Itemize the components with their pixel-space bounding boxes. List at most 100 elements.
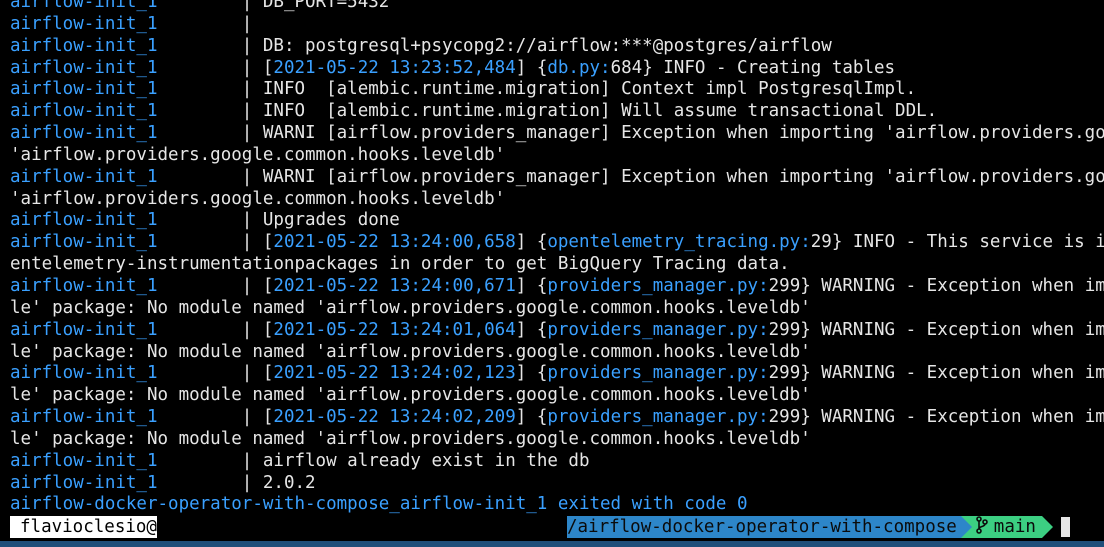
log-line: airflow-init_1 | INFO [alembic.runtime.m…	[0, 101, 1104, 123]
log-message: WARNI [airflow.providers_manager] Except…	[252, 166, 1104, 187]
log-message: 2.0.2	[252, 472, 316, 493]
log-line: airflow-init_1 | [2021-05-22 13:24:00,65…	[0, 232, 1104, 254]
log-line: airflow-init_1 | Upgrades done	[0, 210, 1104, 232]
log-message: le' package: No module named 'airflow.pr…	[10, 428, 811, 449]
log-source-line: 299	[768, 407, 801, 428]
log-message: } WARNING - Exception when importi	[800, 275, 1104, 296]
log-message: Upgrades done	[252, 210, 400, 231]
log-line: airflow-init_1 | [2021-05-22 13:24:02,20…	[0, 407, 1104, 429]
log-bracket: ] {	[515, 319, 548, 340]
log-message: le' package: No module named 'airflow.pr…	[10, 297, 811, 318]
prompt-git-branch: main	[971, 515, 1042, 539]
log-source-file: providers_manager.py:	[547, 319, 769, 340]
log-separator: |	[157, 363, 253, 384]
log-line: airflow-init_1 | WARNI [airflow.provider…	[0, 123, 1104, 145]
log-separator: |	[157, 210, 253, 231]
log-bracket: [	[252, 363, 274, 384]
log-message: } INFO - This service is instru	[831, 232, 1104, 253]
log-separator: |	[157, 101, 253, 122]
log-timestamp: 2021-05-22 13:24:01,064	[273, 319, 516, 340]
log-source-file: opentelemetry_tracing.py:	[547, 232, 811, 253]
log-message: entelemetry-instrumentationpackages in o…	[10, 254, 790, 275]
log-timestamp: 2021-05-22 13:24:00,658	[273, 232, 516, 253]
log-separator: |	[157, 166, 253, 187]
log-line: le' package: No module named 'airflow.pr…	[0, 342, 1104, 364]
exit-status-text: airflow-docker-operator-with-compose_air…	[10, 494, 748, 515]
log-bracket: ] {	[515, 232, 548, 253]
service-name: airflow-init_1	[10, 472, 158, 493]
shell-prompt: flavioclesio@ /airflow-docker-operator-w…	[0, 515, 1104, 539]
log-line: airflow-init_1 | [2021-05-22 13:24:00,67…	[0, 276, 1104, 298]
log-line: airflow-init_1 | [2021-05-22 13:24:01,06…	[0, 320, 1104, 342]
service-name: airflow-init_1	[10, 210, 158, 231]
prompt-user: flavioclesio@	[10, 516, 157, 538]
path-separator-arrow	[960, 516, 972, 538]
prompt-user-label: flavioclesio@	[20, 517, 157, 537]
git-separator-arrow	[1041, 516, 1053, 538]
window-bottom-bar	[0, 541, 1104, 547]
log-line: airflow-init_1 | DB: postgresql+psycopg2…	[0, 36, 1104, 58]
log-message: } WARNING - Exception when importi	[800, 319, 1104, 340]
log-bracket: ] {	[515, 275, 548, 296]
log-message: } INFO - Creating tables	[642, 57, 896, 78]
log-line: airflow-init_1 | WARNI [airflow.provider…	[0, 167, 1104, 189]
log-line: entelemetry-instrumentationpackages in o…	[0, 254, 1104, 276]
service-name: airflow-init_1	[10, 319, 158, 340]
service-name: airflow-init_1	[10, 275, 158, 296]
git-branch-label: main	[993, 517, 1036, 537]
log-separator: |	[157, 13, 253, 34]
log-separator: |	[157, 450, 253, 471]
log-source-line: 684	[610, 57, 643, 78]
log-line: airflow-init_1 | airflow already exist i…	[0, 451, 1104, 473]
log-separator: |	[157, 79, 253, 100]
prompt-path-label: /airflow-docker-operator-with-compose	[566, 517, 957, 537]
log-bracket: ] {	[515, 407, 548, 428]
terminal-output: airflow-init_1 | DB_PORT=5432 airflow-ini…	[0, 0, 1104, 516]
service-name: airflow-init_1	[10, 13, 158, 34]
log-separator: |	[157, 407, 253, 428]
log-message: le' package: No module named 'airflow.pr…	[10, 341, 811, 362]
log-line: airflow-init_1 |	[0, 14, 1104, 36]
service-name: airflow-init_1	[10, 407, 158, 428]
service-name: airflow-init_1	[10, 79, 158, 100]
log-message: DB_PORT=5432	[252, 0, 390, 12]
log-separator: |	[157, 57, 253, 78]
log-source-line: 299	[768, 363, 801, 384]
log-line: airflow-init_1 | [2021-05-22 13:24:02,12…	[0, 363, 1104, 385]
terminal-cursor[interactable]	[1060, 517, 1070, 537]
log-bracket: ] {	[515, 57, 548, 78]
log-message: WARNI [airflow.providers_manager] Except…	[252, 123, 1104, 144]
log-bracket: [	[252, 319, 274, 340]
service-name: airflow-init_1	[10, 232, 158, 253]
service-name: airflow-init_1	[10, 166, 158, 187]
git-branch-icon	[975, 515, 988, 539]
log-message: INFO [alembic.runtime.migration] Context…	[252, 79, 917, 100]
log-timestamp: 2021-05-22 13:24:02,123	[273, 363, 516, 384]
log-line: le' package: No module named 'airflow.pr…	[0, 298, 1104, 320]
log-line: airflow-init_1 | [2021-05-22 13:23:52,48…	[0, 58, 1104, 80]
log-timestamp: 2021-05-22 13:23:52,484	[273, 57, 516, 78]
log-bracket: [	[252, 407, 274, 428]
service-name: airflow-init_1	[10, 57, 158, 78]
log-line: airflow-init_1 | INFO [alembic.runtime.m…	[0, 79, 1104, 101]
log-source-file: providers_manager.py:	[547, 407, 769, 428]
service-name: airflow-init_1	[10, 35, 158, 56]
log-line: airflow-init_1 | DB_PORT=5432	[0, 0, 1104, 14]
log-message: airflow already exist in the db	[252, 450, 590, 471]
log-source-file: db.py:	[547, 57, 611, 78]
log-separator: |	[157, 472, 253, 493]
log-separator: |	[157, 319, 253, 340]
log-separator: |	[157, 123, 253, 144]
log-separator: |	[157, 0, 253, 12]
log-message: } WARNING - Exception when importi	[800, 407, 1104, 428]
log-timestamp: 2021-05-22 13:24:00,671	[273, 275, 516, 296]
log-message: le' package: No module named 'airflow.pr…	[10, 385, 811, 406]
service-name: airflow-init_1	[10, 0, 158, 12]
log-bracket: [	[252, 275, 274, 296]
log-source-line: 29	[810, 232, 832, 253]
log-line: 'airflow.providers.google.common.hooks.l…	[0, 145, 1104, 167]
service-name: airflow-init_1	[10, 450, 158, 471]
log-source-line: 299	[768, 319, 801, 340]
log-bracket: ] {	[515, 363, 548, 384]
log-line: le' package: No module named 'airflow.pr…	[0, 385, 1104, 407]
